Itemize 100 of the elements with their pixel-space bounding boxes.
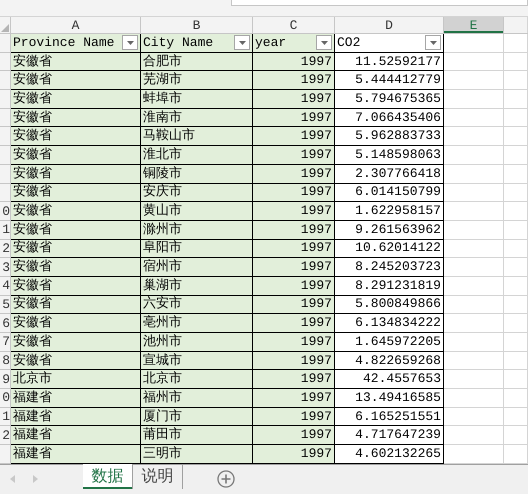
empty-cell xyxy=(504,314,528,333)
empty-cell xyxy=(504,164,528,184)
table-cell: 1997 xyxy=(253,389,335,408)
table-cell: 1997 xyxy=(253,352,335,370)
row-number xyxy=(0,90,11,109)
table-cell: 安徽省 xyxy=(11,164,141,184)
empty-cell xyxy=(504,352,528,370)
table-cell: 安徽省 xyxy=(11,333,141,352)
table-cell: 芜湖市 xyxy=(141,71,253,90)
row-number: 1 xyxy=(0,220,11,240)
table-cell: 马鞍山市 xyxy=(141,127,253,146)
row-number: 4 xyxy=(0,276,11,296)
table-cell: 合肥市 xyxy=(141,52,253,72)
table-cell: 4.602132265 xyxy=(335,445,444,464)
row-number: 8 xyxy=(0,352,11,370)
row-number: 6 xyxy=(0,314,11,333)
empty-cell xyxy=(504,127,528,146)
empty-cell xyxy=(504,296,528,314)
table-cell: 8.245203723 xyxy=(335,258,444,277)
caret-icon xyxy=(238,40,246,45)
empty-cell xyxy=(504,408,528,426)
table-cell: 六安市 xyxy=(141,296,253,314)
table-cell: 淮南市 xyxy=(141,108,253,128)
empty-cell xyxy=(504,90,528,109)
row-number: 3 xyxy=(0,258,11,277)
sheet-tab[interactable]: 说明 xyxy=(133,464,183,489)
header-label: City Name xyxy=(143,34,214,51)
table-cell: 安徽省 xyxy=(11,127,141,146)
empty-cell xyxy=(504,146,528,165)
table-cell: 黄山市 xyxy=(141,202,253,221)
table-cell: 亳州市 xyxy=(141,314,253,333)
table-cell: 1997 xyxy=(253,276,335,296)
empty-cell xyxy=(504,52,528,72)
table-cell: 1.645972205 xyxy=(335,333,444,352)
table-cell: 蚌埠市 xyxy=(141,90,253,109)
row-number: 5 xyxy=(0,296,11,314)
table-cell: 1997 xyxy=(253,184,335,202)
table-cell: 北京市 xyxy=(11,370,141,390)
table-cell: 1997 xyxy=(253,333,335,352)
empty-cell xyxy=(504,333,528,352)
filter-dropdown-button[interactable] xyxy=(425,35,441,50)
caret-icon xyxy=(126,40,134,45)
column-header[interactable]: B xyxy=(141,17,253,33)
empty-cell xyxy=(504,389,528,408)
table-cell: 1997 xyxy=(253,408,335,426)
table-cell: 滁州市 xyxy=(141,220,253,240)
table-cell: 安徽省 xyxy=(11,202,141,221)
table-cell: 9.261563962 xyxy=(335,220,444,240)
table-cell: 安徽省 xyxy=(11,108,141,128)
add-sheet-button[interactable] xyxy=(217,470,235,488)
table-cell: 1997 xyxy=(253,108,335,128)
table-cell: 1997 xyxy=(253,426,335,446)
row-number: 9 xyxy=(0,370,11,390)
table-cell: 安徽省 xyxy=(11,276,141,296)
table-cell: 6.014150799 xyxy=(335,184,444,202)
table-cell: 1997 xyxy=(253,202,335,221)
table-cell: 安徽省 xyxy=(11,352,141,370)
column-header[interactable]: E xyxy=(444,17,504,33)
table-cell: 铜陵市 xyxy=(141,164,253,184)
table-cell: 4.822659268 xyxy=(335,352,444,370)
table-cell: 安庆市 xyxy=(141,184,253,202)
table-cell: 三明市 xyxy=(141,445,253,464)
table-cell: 福建省 xyxy=(11,389,141,408)
empty-cell xyxy=(504,184,528,202)
table-cell: 福建省 xyxy=(11,426,141,446)
row-number xyxy=(0,184,11,202)
empty-cell xyxy=(504,220,528,240)
row-number: 0 xyxy=(0,202,11,221)
formula-field[interactable] xyxy=(231,0,528,6)
row-number: 1 xyxy=(0,408,11,426)
filter-dropdown-button[interactable] xyxy=(122,35,138,50)
empty-cell xyxy=(504,276,528,296)
sheet-tab[interactable]: 数据 xyxy=(83,464,133,489)
table-cell: 1997 xyxy=(253,146,335,165)
table-cell: 6.165251551 xyxy=(335,408,444,426)
empty-cell xyxy=(504,240,528,258)
table-cell: 巢湖市 xyxy=(141,276,253,296)
table-cell: 13.49416585 xyxy=(335,389,444,408)
header-label: Province Name xyxy=(13,34,114,51)
table-cell: 10.62014122 xyxy=(335,240,444,258)
table-cell: 阜阳市 xyxy=(141,240,253,258)
caret-icon xyxy=(320,40,328,45)
filter-dropdown-button[interactable] xyxy=(316,35,332,50)
header-label: year xyxy=(255,34,286,51)
column-header[interactable]: C xyxy=(253,17,335,33)
column-header[interactable]: A xyxy=(11,17,141,33)
table-cell: 福州市 xyxy=(141,389,253,408)
row-number xyxy=(0,127,11,146)
table-cell: 1.622958157 xyxy=(335,202,444,221)
empty-cell xyxy=(504,108,528,128)
table-cell: 福建省 xyxy=(11,408,141,426)
table-cell: 1997 xyxy=(253,71,335,90)
table-cell: 1997 xyxy=(253,445,335,464)
table-cell: 4.717647239 xyxy=(335,426,444,446)
table-cell: 7.066435406 xyxy=(335,108,444,128)
table-cell: 安徽省 xyxy=(11,184,141,202)
table-cell: 1997 xyxy=(253,370,335,390)
filter-dropdown-button[interactable] xyxy=(234,35,250,50)
row-number xyxy=(0,146,11,165)
table-cell: 1997 xyxy=(253,164,335,184)
